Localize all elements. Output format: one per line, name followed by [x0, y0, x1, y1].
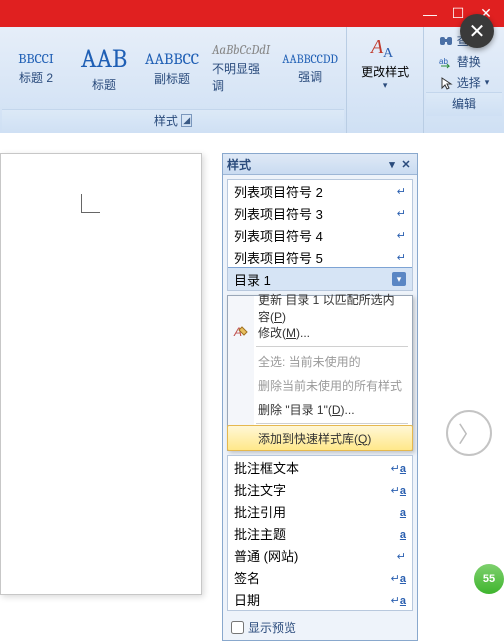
pane-close-icon[interactable]: ✕: [399, 157, 413, 171]
context-menu: 更新 目录 1 以匹配所选内容(P)A修改(M)... 全选: 当前未使用的删除当…: [227, 295, 413, 451]
next-nav-button[interactable]: 〉: [446, 410, 492, 456]
styles-list-top[interactable]: 列表项目符号 2↵列表项目符号 3↵列表项目符号 4↵列表项目符号 5↵目录 1…: [227, 179, 413, 291]
dialog-launcher-icon[interactable]: ◢: [181, 114, 192, 127]
replace-button[interactable]: ab替换: [439, 52, 490, 71]
select-button[interactable]: 选择 ▾: [439, 73, 490, 92]
style-gallery-item[interactable]: AABBCCDD强调: [276, 27, 344, 109]
style-item[interactable]: 日期↵a: [228, 588, 412, 610]
change-styles-icon: AA: [369, 31, 401, 63]
document-page[interactable]: [0, 153, 202, 595]
styles-list-bottom[interactable]: 批注框文本↵a批注文字↵a批注引用a批注主题a普通 (网站)↵签名↵a日期↵a: [227, 455, 413, 611]
style-item[interactable]: 批注主题a: [228, 522, 412, 544]
menu-item[interactable]: 删除 "目录 1"(D)...: [228, 397, 412, 421]
overlay-close-button[interactable]: ✕: [460, 14, 494, 48]
style-item[interactable]: 批注框文本↵a: [228, 456, 412, 478]
styles-group-label: 样式: [154, 112, 178, 129]
styles-pane: 样式 ▾ ✕ 列表项目符号 2↵列表项目符号 3↵列表项目符号 4↵列表项目符号…: [222, 153, 418, 641]
menu-item[interactable]: 添加到快速样式库(Q): [227, 425, 413, 451]
text-cursor-icon: [81, 194, 100, 213]
dropdown-icon[interactable]: ▾: [392, 272, 406, 286]
ribbon: BBCCI标题 2AAB标题AABBCC副标题AaBbCcDdI不明显强调AAB…: [0, 27, 504, 134]
style-item[interactable]: 签名↵a: [228, 566, 412, 588]
menu-item: 全选: 当前未使用的: [228, 349, 412, 373]
style-item[interactable]: 目录 1▾: [227, 267, 413, 291]
style-item[interactable]: 批注文字↵a: [228, 478, 412, 500]
style-item[interactable]: 普通 (网站)↵: [228, 544, 412, 566]
minimize-button[interactable]: —: [416, 4, 444, 24]
style-gallery-item[interactable]: AABBCC副标题: [138, 27, 206, 109]
change-styles-button[interactable]: AA 更改样式 ▾: [346, 27, 424, 91]
binoculars-icon: [439, 34, 453, 48]
svg-text:A: A: [369, 36, 384, 58]
menu-item[interactable]: 更新 目录 1 以匹配所选内容(P): [228, 296, 412, 320]
style-item[interactable]: 列表项目符号 5↵: [228, 246, 412, 268]
title-bar: — ☐ ✕: [0, 0, 504, 27]
style-gallery-item[interactable]: AaBbCcDdI不明显强调: [206, 27, 276, 109]
menu-item[interactable]: A修改(M)...: [228, 320, 412, 344]
edit-group-label: 编辑: [426, 92, 502, 116]
style-item[interactable]: 列表项目符号 4↵: [228, 224, 412, 246]
style-item[interactable]: 列表项目符号 2↵: [228, 180, 412, 202]
pane-footer: 显示预览: [223, 615, 417, 640]
style-item[interactable]: 批注引用a: [228, 500, 412, 522]
show-preview-label: 显示预览: [248, 619, 296, 636]
pane-menu-icon[interactable]: ▾: [385, 157, 399, 171]
status-badge[interactable]: 55: [474, 564, 504, 594]
modify-icon: A: [232, 323, 250, 341]
pane-title: 样式: [227, 156, 251, 173]
cursor-icon: [439, 76, 453, 90]
style-item[interactable]: 列表项目符号 3↵: [228, 202, 412, 224]
replace-icon: ab: [439, 55, 453, 69]
svg-text:A: A: [383, 46, 394, 61]
document-area: 样式 ▾ ✕ 列表项目符号 2↵列表项目符号 3↵列表项目符号 4↵列表项目符号…: [0, 133, 504, 598]
show-preview-checkbox[interactable]: [231, 621, 244, 634]
style-gallery-item[interactable]: BBCCI标题 2: [2, 27, 70, 109]
style-gallery-item[interactable]: AAB标题: [70, 27, 138, 109]
menu-item: 删除当前未使用的所有样式: [228, 373, 412, 397]
